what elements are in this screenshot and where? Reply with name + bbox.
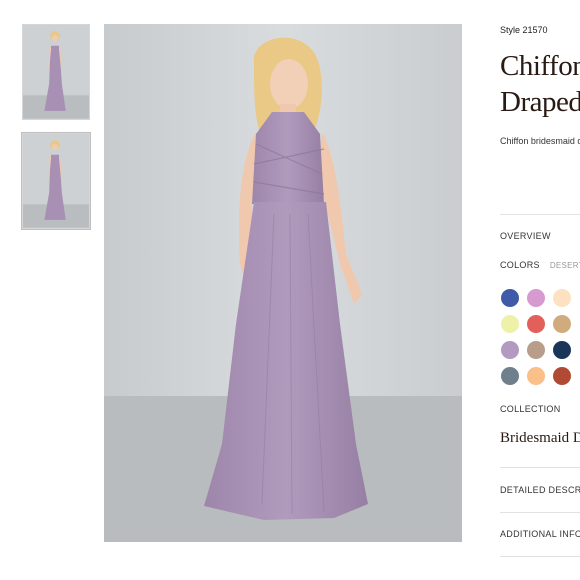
product-info-panel: Style 21570 Chiffon Draped Chiffon bride… (500, 0, 580, 580)
model-in-lilac-gown (104, 24, 462, 542)
swatch-peach[interactable] (553, 289, 571, 307)
tab-desert[interactable]: DESERT (550, 261, 580, 270)
thumbnail-2[interactable] (22, 133, 90, 229)
thumbnail-1[interactable] (22, 24, 90, 120)
swatch-taupe[interactable] (527, 341, 545, 359)
product-title-line-1: Chiffon (500, 50, 580, 82)
product-title: Chiffon Draped (500, 48, 580, 120)
dress-thumbnail-image (23, 25, 89, 119)
swatch-lilac[interactable] (501, 341, 519, 359)
tab-colors[interactable]: COLORS (500, 260, 540, 270)
swatch-slate[interactable] (501, 367, 519, 385)
divider (500, 467, 580, 468)
divider (500, 556, 580, 557)
swatch-coral[interactable] (527, 315, 545, 333)
additional-info-toggle[interactable]: ADDITIONAL INFO (500, 529, 580, 539)
swatch-royal-blue[interactable] (501, 289, 519, 307)
product-title-line-2: Draped (500, 86, 580, 118)
main-product-image[interactable] (104, 24, 462, 542)
swatch-navy[interactable] (553, 341, 571, 359)
collection-heading: COLLECTION (500, 404, 561, 414)
swatch-orchid[interactable] (527, 289, 545, 307)
swatch-apricot[interactable] (527, 367, 545, 385)
collection-link[interactable]: Bridesmaid D (500, 430, 580, 447)
divider (500, 512, 580, 513)
colors-tabs: COLORS DESERT (500, 260, 580, 270)
style-number: Style 21570 (500, 25, 548, 35)
dress-thumbnail-image (23, 134, 89, 228)
product-description: Chiffon bridesmaid d (500, 136, 580, 146)
swatch-camel[interactable] (553, 315, 571, 333)
swatch-rust[interactable] (553, 367, 571, 385)
swatch-lemon[interactable] (501, 315, 519, 333)
detailed-description-toggle[interactable]: DETAILED DESCRI (500, 485, 580, 495)
divider (500, 214, 580, 215)
overview-section-toggle[interactable]: OVERVIEW (500, 231, 551, 241)
